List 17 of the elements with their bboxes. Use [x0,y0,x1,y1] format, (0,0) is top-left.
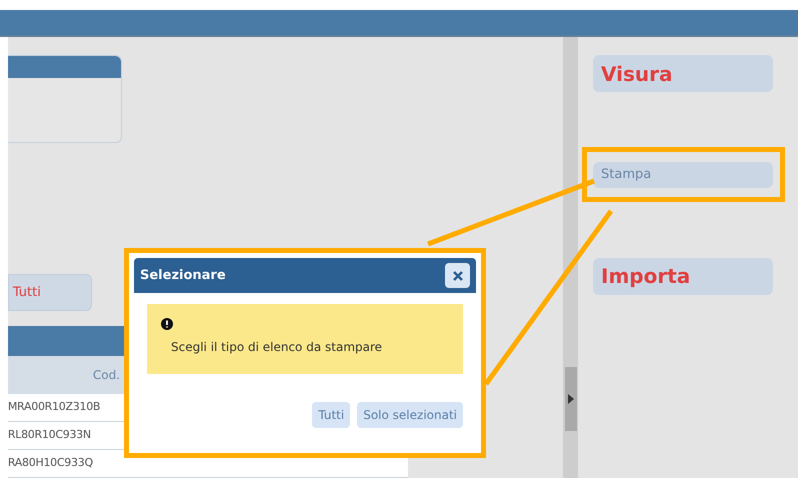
close-icon [452,270,462,280]
dialog-button[interactable]: Tutti [312,402,350,428]
filter-button[interactable]: Tutti [8,274,92,311]
action-button[interactable]: Stampa [593,162,773,188]
table-cell-text: RA80H10C933Q [8,455,93,472]
splitter-handle[interactable] [564,367,577,431]
table-cell-text: RL80R10C933N [8,427,91,444]
action-button[interactable]: Visura [593,55,773,92]
expand-arrow-icon [568,394,574,404]
dialog-button[interactable]: Solo selezionati [357,402,463,428]
exclamation-icon [161,318,173,330]
dialog-title: Selezionare [140,266,226,285]
message-text: Scegli il tipo di elenco da stampare [171,339,384,356]
column-heading: Cod. [92,367,120,384]
table-cell-text: MRA00R10Z310B [8,399,100,416]
action-button[interactable]: Importa [593,258,773,295]
close-button[interactable] [445,263,470,288]
